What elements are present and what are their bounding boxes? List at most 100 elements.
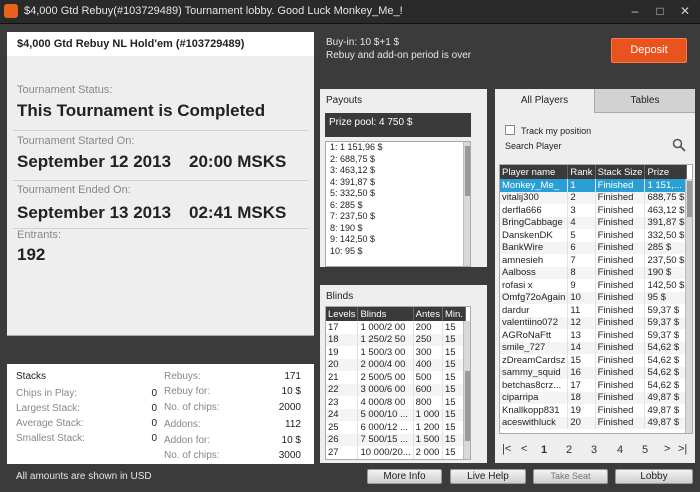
prize-cell: 54,62 $ bbox=[644, 341, 688, 354]
blinds-row[interactable]: 25 6 000/12 ... 1 200 15 bbox=[326, 421, 466, 434]
blinds-row[interactable]: 20 2 000/4 00 400 15 bbox=[326, 358, 466, 371]
player-name-cell: DanskenDK bbox=[500, 229, 569, 242]
rank-cell: 13 bbox=[567, 329, 596, 342]
level-cell: 25 bbox=[326, 421, 359, 434]
player-row[interactable]: betchas8crz... 17 Finished 54,62 $ bbox=[500, 379, 688, 392]
minutes-cell: 15 bbox=[442, 346, 466, 359]
deposit-button[interactable]: Deposit bbox=[611, 38, 687, 63]
blinds-row[interactable]: 18 1 250/2 50 250 15 bbox=[326, 333, 466, 346]
prize-cell: 142,50 $ bbox=[644, 279, 688, 292]
search-player-input[interactable]: Search Player bbox=[505, 141, 562, 151]
player-row[interactable]: derfla666 3 Finished 463,12 $ bbox=[500, 204, 688, 217]
antes-cell: 2 000 bbox=[413, 446, 443, 459]
tab-tables[interactable]: Tables bbox=[594, 89, 695, 113]
more-info-button[interactable]: More Info bbox=[367, 469, 442, 484]
pager-last[interactable]: >| bbox=[678, 443, 687, 455]
payouts-list[interactable]: 1: 1 151,96 $ 2: 688,75 $ 3: 463,12 $ 4:… bbox=[325, 141, 471, 267]
blinds-row[interactable]: 19 1 500/3 00 300 15 bbox=[326, 346, 466, 359]
stack-size-cell: Finished bbox=[595, 241, 646, 254]
stack-size-cell: Finished bbox=[595, 379, 646, 392]
maximize-button[interactable]: □ bbox=[651, 3, 669, 19]
blinds-table-container[interactable]: Levels Blinds Antes Min. 17 1 000/2 00 200… bbox=[325, 306, 471, 460]
col-blinds[interactable]: Blinds bbox=[357, 307, 414, 321]
prize-cell: 59,37 $ bbox=[644, 329, 688, 342]
col-min[interactable]: Min. bbox=[442, 307, 466, 321]
player-row[interactable]: BringCabbage 4 Finished 391,87 $ bbox=[500, 216, 688, 229]
players-scrollbar[interactable] bbox=[685, 179, 692, 433]
player-row[interactable]: dardur 11 Finished 59,37 $ bbox=[500, 304, 688, 317]
scrollbar-thumb[interactable] bbox=[687, 181, 692, 217]
pager-page-1[interactable]: 1 bbox=[541, 444, 547, 456]
level-cell: 19 bbox=[326, 346, 359, 359]
blinds-cell: 2 000/4 00 bbox=[357, 358, 414, 371]
search-icon[interactable] bbox=[672, 138, 686, 152]
rank-cell: 15 bbox=[567, 354, 596, 367]
blinds-row[interactable]: 24 5 000/10 ... 1 000 15 bbox=[326, 408, 466, 421]
take-seat-button[interactable]: Take Seat bbox=[533, 469, 608, 484]
pager-prev[interactable]: < bbox=[521, 443, 527, 455]
player-row[interactable]: zDreamCardsz 15 Finished 54,62 $ bbox=[500, 354, 688, 367]
addons-label: Addons: bbox=[164, 419, 201, 430]
stacks-title: Stacks bbox=[16, 371, 47, 382]
pager-page-2[interactable]: 2 bbox=[566, 444, 572, 456]
player-row[interactable]: sammy_squid 16 Finished 54,62 $ bbox=[500, 366, 688, 379]
blinds-row[interactable]: 22 3 000/6 00 600 15 bbox=[326, 383, 466, 396]
pager-page-3[interactable]: 3 bbox=[591, 444, 597, 456]
scrollbar-thumb[interactable] bbox=[465, 146, 470, 196]
blinds-row[interactable]: 17 1 000/2 00 200 15 bbox=[326, 321, 466, 334]
divider bbox=[13, 180, 308, 181]
stack-size-cell: Finished bbox=[595, 229, 646, 242]
col-prize[interactable]: Prize bbox=[644, 165, 688, 179]
scrollbar-thumb[interactable] bbox=[465, 371, 470, 441]
level-cell: 24 bbox=[326, 408, 359, 421]
player-name-cell: smile_727 bbox=[500, 341, 569, 354]
pager-first[interactable]: |< bbox=[502, 443, 511, 455]
pager-page-5[interactable]: 5 bbox=[642, 444, 648, 456]
player-row[interactable]: smile_727 14 Finished 54,62 $ bbox=[500, 341, 688, 354]
blinds-row[interactable]: 23 4 000/8 00 800 15 bbox=[326, 396, 466, 409]
pager-page-4[interactable]: 4 bbox=[617, 444, 623, 456]
player-row[interactable]: Knallkopp831 19 Finished 49,87 $ bbox=[500, 404, 688, 417]
antes-cell: 200 bbox=[413, 321, 443, 334]
prize-cell: 95 $ bbox=[644, 291, 688, 304]
col-player-name[interactable]: Player name bbox=[500, 165, 569, 179]
tab-all-players[interactable]: All Players bbox=[495, 89, 594, 113]
antes-cell: 600 bbox=[413, 383, 443, 396]
player-row[interactable]: rofasi x 9 Finished 142,50 $ bbox=[500, 279, 688, 292]
status-value: This Tournament is Completed bbox=[17, 101, 266, 120]
player-row[interactable]: amnesieh 7 Finished 237,50 $ bbox=[500, 254, 688, 267]
blinds-scrollbar[interactable] bbox=[463, 321, 470, 459]
payout-row: 9: 142,50 $ bbox=[330, 234, 376, 244]
players-table-container[interactable]: Player name Rank Stack Size Prize Monkey… bbox=[499, 164, 693, 434]
live-help-button[interactable]: Live Help bbox=[450, 469, 526, 484]
blinds-cell: 1 000/2 00 bbox=[357, 321, 414, 334]
col-antes[interactable]: Antes bbox=[413, 307, 443, 321]
col-levels[interactable]: Levels bbox=[326, 307, 359, 321]
minimize-button[interactable]: – bbox=[626, 3, 644, 19]
blinds-row[interactable]: 21 2 500/5 00 500 15 bbox=[326, 371, 466, 384]
player-row[interactable]: valentiino072 12 Finished 59,37 $ bbox=[500, 316, 688, 329]
player-row[interactable]: Monkey_Me_ 1 Finished 1 151,... bbox=[500, 179, 688, 192]
col-rank[interactable]: Rank bbox=[567, 165, 596, 179]
close-button[interactable]: ✕ bbox=[676, 3, 694, 19]
player-row[interactable]: ciparripa 18 Finished 49,87 $ bbox=[500, 391, 688, 404]
player-row[interactable]: AGRoNaFtt 13 Finished 59,37 $ bbox=[500, 329, 688, 342]
player-row[interactable]: Omfg72oAgain 10 Finished 95 $ bbox=[500, 291, 688, 304]
player-row[interactable]: BankWire 6 Finished 285 $ bbox=[500, 241, 688, 254]
blinds-row[interactable]: 27 10 000/20... 2 000 15 bbox=[326, 446, 466, 459]
col-stack-size[interactable]: Stack Size bbox=[595, 165, 646, 179]
payouts-scrollbar[interactable] bbox=[463, 142, 470, 266]
rebuy-period-text: Rebuy and add-on period is over bbox=[326, 50, 472, 61]
stack-size-cell: Finished bbox=[595, 279, 646, 292]
pager-next[interactable]: > bbox=[664, 443, 670, 455]
payout-row: 7: 237,50 $ bbox=[330, 211, 376, 221]
player-row[interactable]: vitalij300 2 Finished 688,75 $ bbox=[500, 191, 688, 204]
player-row[interactable]: aceswithluck 20 Finished 49,87 $ bbox=[500, 416, 688, 429]
lobby-button[interactable]: Lobby bbox=[615, 469, 693, 484]
player-row[interactable]: DanskenDK 5 Finished 332,50 $ bbox=[500, 229, 688, 242]
blinds-row[interactable]: 26 7 500/15 ... 1 500 15 bbox=[326, 433, 466, 446]
track-position-checkbox[interactable] bbox=[505, 125, 515, 135]
divider bbox=[13, 130, 308, 131]
player-row[interactable]: Aalboss 8 Finished 190 $ bbox=[500, 266, 688, 279]
level-cell: 23 bbox=[326, 396, 359, 409]
